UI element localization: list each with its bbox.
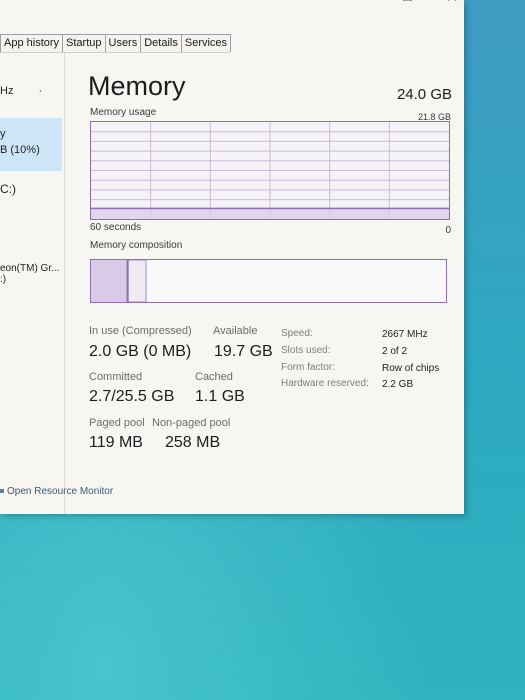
- graph-gridlines: [91, 122, 449, 219]
- resource-monitor-icon: [0, 489, 4, 494]
- memory-composition-label: Memory composition: [90, 240, 183, 251]
- slots-value: 2 of 2: [382, 346, 408, 357]
- sidebar-item-gpu[interactable]: eon(TM) Gr... :): [0, 263, 59, 285]
- performance-sidebar: Hz · y B (10%) C:) eon(TM) Gr... :): [0, 53, 65, 514]
- tab-startup[interactable]: Startup: [62, 34, 106, 52]
- minimize-button[interactable]: —: [352, 0, 367, 5]
- axis-zero-label: 0: [445, 225, 451, 236]
- open-resource-monitor-text: Open Resource Monitor: [7, 486, 114, 497]
- sidebar-gpu-label: eon(TM) Gr...: [0, 263, 60, 274]
- speed-label: Speed:: [281, 328, 313, 339]
- open-resource-monitor-link[interactable]: Open Resource Monitor: [0, 486, 113, 497]
- usage-graph-svg: [91, 122, 449, 219]
- in-use-value: 2.0 GB (0 MB): [89, 343, 192, 360]
- sidebar-memory-value: B (10%): [0, 144, 40, 156]
- composition-standby: [127, 259, 147, 303]
- hardware-reserved-label: Hardware reserved:: [281, 378, 369, 389]
- tab-services[interactable]: Services: [180, 34, 232, 52]
- tab-details[interactable]: Details: [140, 34, 182, 52]
- usage-fill-area: [91, 208, 449, 219]
- slots-label: Slots used:: [281, 345, 331, 356]
- available-value: 19.7 GB: [214, 343, 273, 360]
- composition-svg: [91, 259, 147, 303]
- tab-app-history[interactable]: App history: [0, 34, 64, 52]
- tab-bar: App history Startup Users Details Servic…: [0, 34, 232, 53]
- sidebar-item-cpu[interactable]: Hz ·: [0, 85, 42, 97]
- sidebar-dot-icon: ·: [38, 85, 43, 97]
- time-axis-label: 60 seconds: [90, 222, 142, 233]
- speed-value: 2667 MHz: [382, 329, 428, 340]
- sidebar-gpu-sub: :): [0, 274, 7, 285]
- title-bar: — □ ✕: [0, 0, 464, 30]
- total-memory: 24.0 GB: [396, 86, 452, 103]
- memory-composition-bar: [90, 259, 447, 303]
- paged-pool-label: Paged pool: [89, 417, 145, 429]
- cached-value: 1.1 GB: [195, 388, 245, 405]
- form-factor-value: Row of chips: [382, 363, 440, 374]
- tab-users[interactable]: Users: [104, 34, 142, 52]
- cached-label: Cached: [195, 371, 233, 383]
- nonpaged-pool-label: Non-paged pool: [152, 417, 231, 429]
- page-title: Memory: [88, 71, 186, 101]
- sidebar-cpu-label: Hz: [0, 85, 14, 97]
- sidebar-item-disk[interactable]: C:): [0, 182, 16, 196]
- committed-value: 2.7/25.5 GB: [89, 388, 175, 405]
- committed-label: Committed: [89, 371, 143, 383]
- paged-pool-value: 119 MB: [89, 434, 143, 451]
- memory-usage-graph: [90, 121, 450, 220]
- memory-usage-label: Memory usage: [90, 107, 157, 118]
- close-button[interactable]: ✕: [446, 0, 459, 6]
- composition-in-use: [91, 260, 127, 302]
- hardware-reserved-value: 2.2 GB: [382, 379, 414, 390]
- in-use-label: In use (Compressed): [89, 325, 192, 337]
- sidebar-memory-label: y: [0, 128, 6, 140]
- form-factor-label: Form factor:: [281, 362, 335, 373]
- maximize-button[interactable]: □: [403, 0, 412, 5]
- sidebar-item-memory[interactable]: y B (10%): [0, 118, 62, 171]
- task-manager-window: — □ ✕ App history Startup Users Details …: [0, 0, 464, 514]
- memory-panel: Memory 24.0 GB Memory usage 21.8 GB 60 s…: [64, 53, 464, 514]
- nonpaged-pool-value: 258 MB: [165, 434, 221, 451]
- available-label: Available: [213, 325, 258, 337]
